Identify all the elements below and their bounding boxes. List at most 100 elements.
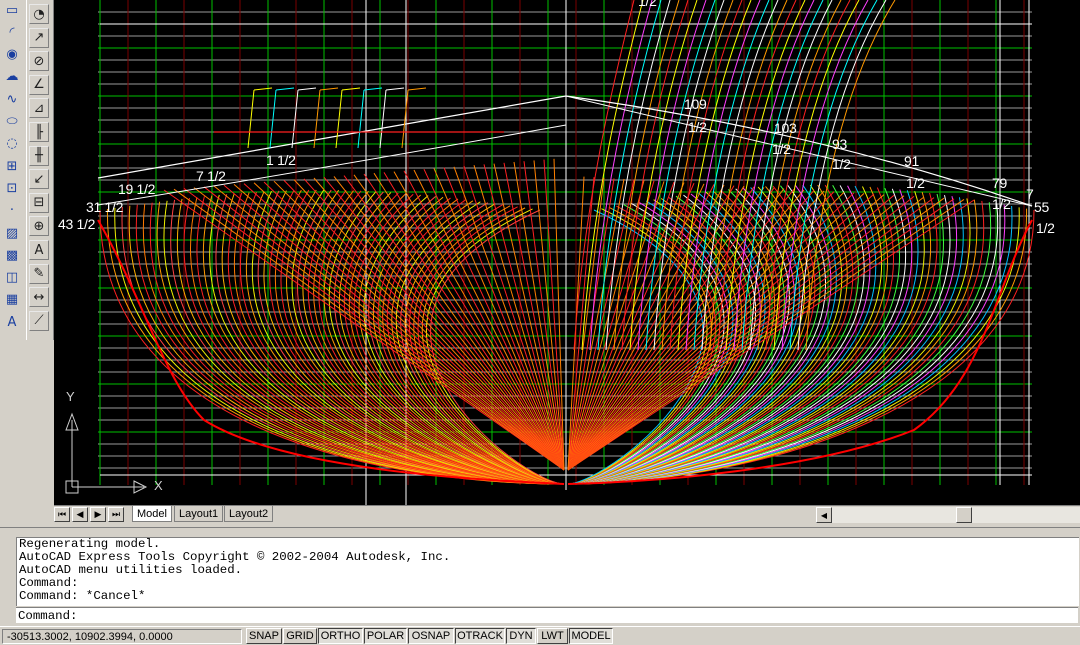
dim-radius-icon[interactable]: ◔ (29, 4, 49, 24)
stanchion (385, 87, 405, 91)
dim-text-edit-icon[interactable]: ✎ (29, 263, 49, 284)
stanchion (379, 89, 387, 149)
drawing-label: 55 (1034, 199, 1049, 215)
drawing-label: 79 (992, 175, 1007, 191)
command-history-line: AutoCAD menu utilities loaded. (19, 563, 243, 577)
dim-baseline-icon[interactable]: ╟ (29, 122, 49, 142)
stanchion (269, 89, 277, 149)
make-block-icon[interactable]: ⊡ (2, 178, 22, 198)
scroll-thumb[interactable] (956, 507, 972, 523)
section-curve (483, 164, 565, 471)
drawing-label: 31 1/2 (86, 199, 124, 215)
dim-update-icon[interactable]: ↔ (29, 287, 49, 308)
dyn-toggle[interactable]: DYN (506, 628, 536, 644)
dim-angular-icon[interactable]: ∠ (29, 74, 49, 95)
ellipse-arc-icon[interactable]: ◌ (2, 134, 22, 154)
prev-tab-button[interactable]: ◀ (72, 507, 88, 522)
point-icon[interactable]: · (2, 201, 22, 221)
coordinate-display[interactable]: -30513.3002, 10902.3994, 0.0000 (2, 629, 242, 644)
stanchion (291, 89, 299, 149)
dim-diameter-icon[interactable]: ⊘ (29, 51, 49, 72)
drawing-label: 1/2 (992, 196, 1011, 212)
sheer-line (97, 95, 1033, 207)
dimension-toolbar: ◔ ↗ ⊘ ∠ ⊿ ╟ ╫ ↙ ⊟ ⊕ A ✎ ↔ ⟋ (26, 0, 54, 340)
draw-toolbar: ▭ ◜ ◉ ☁ ∿ ⬭ ◌ ⊞ ⊡ · ▨ ▩ ◫ ▦ A (0, 0, 24, 335)
drawing-label: 7 1/2 (196, 168, 226, 184)
command-window: Regenerating model. AutoCAD Express Tool… (0, 527, 1080, 626)
stanchion (363, 87, 383, 91)
layout-tabs-bar: ⏮ ◀ ▶ ⏭ Model Layout1 Layout2 ◀ (54, 505, 1080, 524)
osnap-toggle[interactable]: OSNAP (408, 628, 454, 644)
snap-toggle[interactable]: SNAP (246, 628, 282, 644)
scroll-left-icon[interactable]: ◀ (816, 507, 832, 523)
hull-lines-drawing (65, 0, 1035, 505)
drawing-label: 1/2 (638, 0, 657, 9)
command-history-line: Command: (19, 576, 79, 590)
ucs-x-label: X (154, 478, 163, 493)
dim-continue-icon[interactable]: ╫ (29, 145, 49, 166)
tab-layout2[interactable]: Layout2 (224, 506, 274, 522)
next-tab-button[interactable]: ▶ (90, 507, 106, 522)
insert-block-icon[interactable]: ⊞ (2, 156, 22, 176)
ucs-y-label: Y (66, 389, 75, 404)
dim-edit-icon[interactable]: A (29, 240, 49, 260)
stanchion (297, 87, 317, 91)
stanchion (341, 87, 361, 91)
command-history-line: Command: *Cancel* (19, 589, 146, 603)
horizontal-scrollbar[interactable]: ◀ (816, 507, 1080, 523)
stanchion (253, 87, 273, 91)
spline-icon[interactable]: ∿ (2, 89, 22, 109)
drawing-label: 1/2 (1036, 220, 1055, 236)
tolerance-icon[interactable]: ⊟ (29, 192, 49, 213)
dim-jogged-icon[interactable]: ↗ (29, 27, 49, 48)
model-toggle[interactable]: MODEL (569, 628, 613, 644)
revision-cloud-icon[interactable]: ☁ (2, 67, 22, 87)
status-bar: -30513.3002, 10902.3994, 0.0000 SNAP GRI… (0, 626, 1080, 645)
command-history: Regenerating model. AutoCAD Express Tool… (16, 537, 1079, 606)
gradient-icon[interactable]: ▩ (2, 245, 22, 265)
first-tab-button[interactable]: ⏮ (54, 507, 70, 522)
drawing-label: 109 (684, 96, 707, 112)
drawing-label: 1/2 (906, 175, 925, 191)
stanchion (335, 89, 343, 149)
command-input[interactable]: Command: (16, 607, 1078, 623)
rectangle-icon[interactable]: ▭ (2, 0, 22, 20)
drawing-label: 91 (904, 153, 919, 169)
drawing-label: 1/2 (772, 141, 791, 157)
otrack-toggle[interactable]: OTRACK (455, 628, 505, 644)
dim-style-icon[interactable]: ⟋ (29, 310, 49, 331)
stanchion (275, 87, 295, 91)
tab-layout1[interactable]: Layout1 (174, 506, 224, 522)
ellipse-icon[interactable]: ⬭ (2, 112, 22, 132)
table-icon[interactable]: ▦ (2, 290, 22, 310)
polar-toggle[interactable]: POLAR (364, 628, 407, 644)
drawing-label: 103 (774, 120, 797, 136)
stanchion (319, 87, 339, 91)
section-curve (221, 193, 565, 485)
quick-dim-icon[interactable]: ⊿ (29, 98, 49, 119)
drawing-label: 1 1/2 (266, 152, 296, 168)
ortho-toggle[interactable]: ORTHO (318, 628, 363, 644)
section-curve (423, 168, 565, 471)
grid-toggle[interactable]: GRID (283, 628, 317, 644)
drawing-label: 19 1/2 (118, 181, 156, 197)
drawing-label: 7 (1026, 186, 1034, 202)
stanchion (357, 89, 365, 149)
drawing-canvas[interactable]: 1/2 109 1/2 103 1/2 93 1/2 91 1/2 79 1/2… (54, 0, 1080, 505)
multiline-text-icon[interactable]: A (2, 312, 22, 332)
stanchion (401, 89, 409, 149)
tab-model[interactable]: Model (132, 506, 172, 522)
quick-leader-icon[interactable]: ↙ (29, 169, 49, 190)
region-icon[interactable]: ◫ (2, 268, 22, 288)
hatch-icon[interactable]: ▨ (2, 223, 22, 243)
stanchion (407, 87, 427, 91)
drawing-label: 1/2 (688, 119, 707, 135)
arc-icon[interactable]: ◜ (2, 22, 22, 42)
deck-line (565, 95, 1033, 207)
lwt-toggle[interactable]: LWT (537, 628, 568, 644)
center-mark-icon[interactable]: ⊕ (29, 216, 49, 237)
circle-icon[interactable]: ◉ (2, 45, 22, 65)
drawing-label: 1/2 (832, 156, 851, 172)
last-tab-button[interactable]: ⏭ (108, 507, 124, 522)
drawing-label: 43 1/2 (58, 216, 96, 232)
